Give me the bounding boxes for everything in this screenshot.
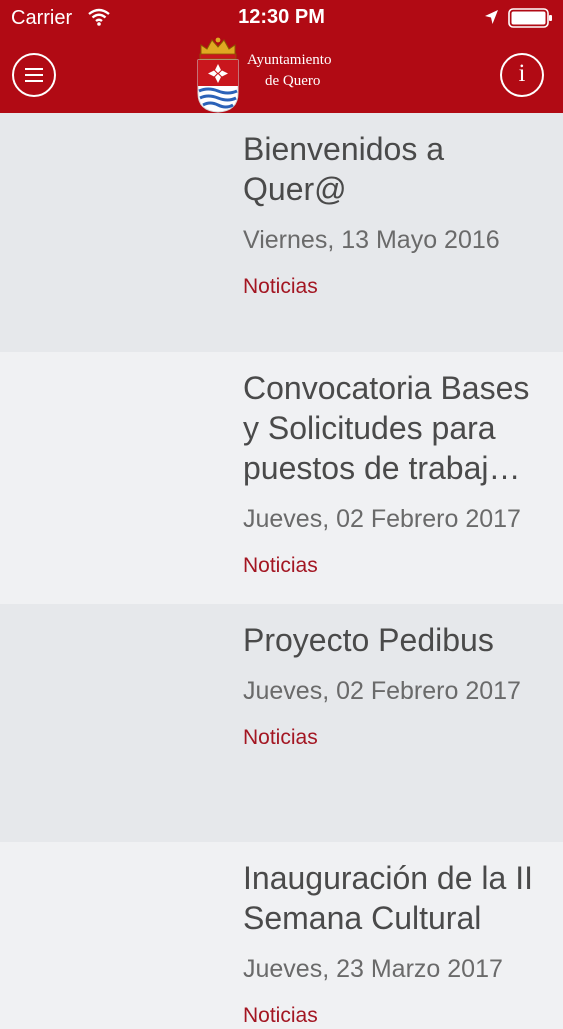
news-date: Jueves, 02 Febrero 2017 [243, 505, 521, 533]
news-title: Bienvenidos a Quer@ [243, 131, 445, 207]
news-thumbnail [0, 604, 225, 842]
location-arrow-icon [485, 10, 498, 24]
municipality-logo[interactable]: Ayuntamiento de Quero [195, 35, 375, 113]
news-thumbnail [0, 842, 225, 1000]
news-item[interactable]: Bienvenidos a Quer@ Viernes, 13 Mayo 201… [0, 113, 563, 352]
info-icon: i [518, 60, 526, 87]
status-bar: Carrier 12:30 PM [0, 0, 563, 36]
info-button[interactable]: i [500, 53, 544, 97]
news-item[interactable]: Inauguración de la II Semana Cultural Ju… [0, 842, 563, 1027]
logo-title-line1: Ayuntamiento [247, 52, 332, 68]
news-date: Jueves, 02 Febrero 2017 [243, 677, 521, 705]
app-header: Carrier 12:30 PM Ayuntamiento de Quero i [0, 0, 563, 113]
news-thumbnail [0, 113, 225, 352]
news-category[interactable]: Noticias [243, 274, 549, 300]
news-list: Bienvenidos a Quer@ Viernes, 13 Mayo 201… [0, 113, 563, 1027]
coat-of-arms-icon [197, 37, 239, 113]
news-text: Convocatoria Bases y Solicitudes para pu… [243, 352, 549, 579]
menu-button[interactable] [12, 53, 56, 97]
news-title: Inauguración de la II Semana Cultural [243, 860, 533, 936]
logo-title-line2: de Quero [265, 73, 321, 89]
news-category[interactable]: Noticias [243, 1003, 549, 1029]
news-item[interactable]: Convocatoria Bases y Solicitudes para pu… [0, 352, 563, 604]
news-thumbnail [0, 352, 225, 604]
news-text: Bienvenidos a Quer@ Viernes, 13 Mayo 201… [243, 113, 549, 300]
news-date: Jueves, 23 Marzo 2017 [243, 955, 503, 983]
news-text: Proyecto Pedibus Jueves, 02 Febrero 2017… [243, 604, 549, 751]
news-text: Inauguración de la II Semana Cultural Ju… [243, 842, 549, 1029]
news-category[interactable]: Noticias [243, 725, 549, 751]
news-date: Viernes, 13 Mayo 2016 [243, 226, 500, 254]
news-category[interactable]: Noticias [243, 553, 549, 579]
news-item[interactable]: Proyecto Pedibus Jueves, 02 Febrero 2017… [0, 604, 563, 842]
news-title: Convocatoria Bases y Solicitudes para pu… [243, 370, 530, 486]
battery-icon [508, 8, 552, 28]
news-title: Proyecto Pedibus [243, 622, 494, 658]
clock-label: 12:30 PM [238, 6, 325, 28]
